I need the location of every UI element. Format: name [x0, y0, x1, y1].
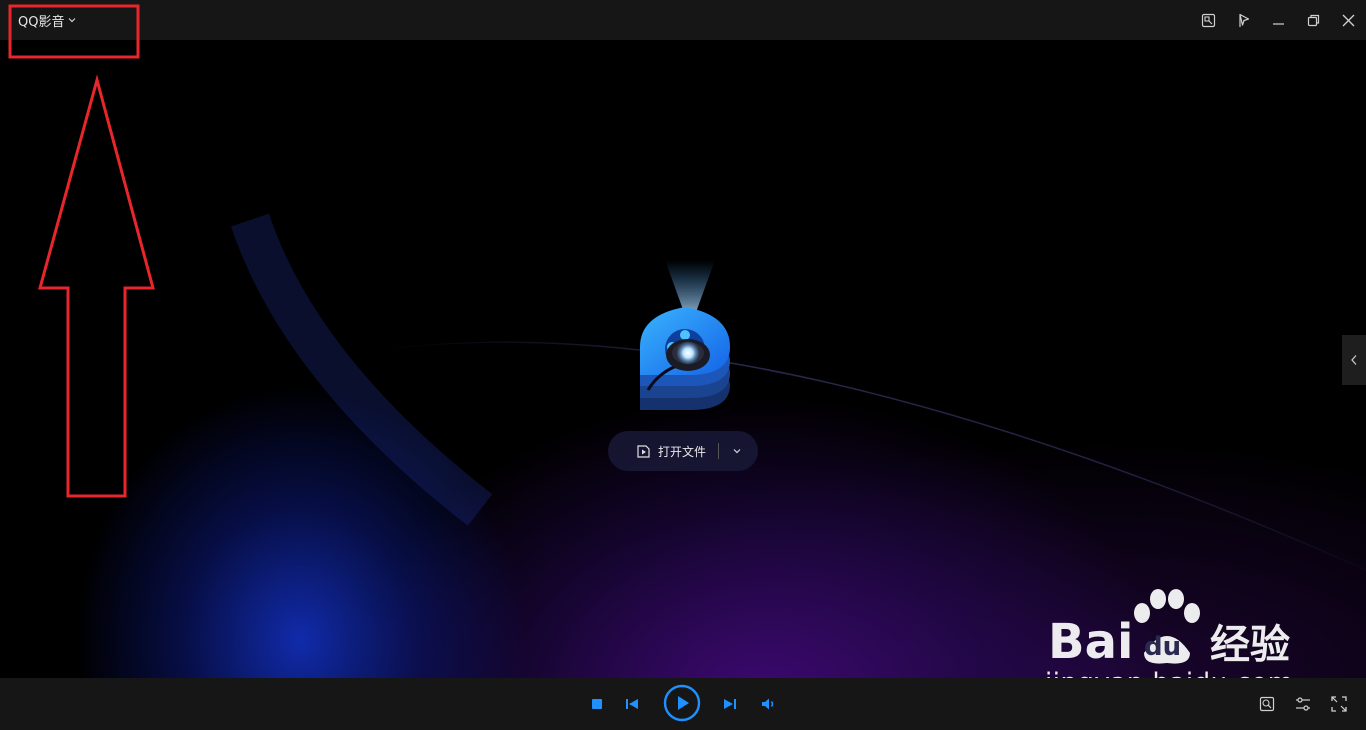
- play-button[interactable]: [663, 684, 701, 722]
- next-icon: [724, 699, 736, 709]
- minimize-icon: [1273, 22, 1284, 25]
- pin-icon: [1239, 13, 1250, 27]
- window-controls: [1191, 0, 1366, 40]
- play-icon: [663, 684, 701, 722]
- open-file-label: 打开文件: [658, 444, 707, 459]
- fullscreen-button[interactable]: [1328, 693, 1350, 715]
- chevron-left-icon: [1351, 355, 1357, 365]
- qq-player-logo: [640, 260, 730, 410]
- close-button[interactable]: [1331, 0, 1366, 40]
- ai-screenshot-button[interactable]: [1256, 693, 1278, 715]
- open-file-button[interactable]: 打开文件: [608, 431, 706, 471]
- close-icon: [1342, 14, 1355, 26]
- playlist-toggle[interactable]: [1342, 335, 1366, 385]
- stop-button[interactable]: [587, 694, 607, 714]
- next-button[interactable]: [720, 694, 740, 714]
- previous-icon: [626, 699, 638, 709]
- previous-button[interactable]: [622, 694, 642, 714]
- open-file-control: 打开文件: [608, 431, 758, 471]
- screenshot-button[interactable]: [1191, 0, 1226, 40]
- restore-icon: [1307, 14, 1320, 26]
- volume-button[interactable]: [758, 693, 780, 715]
- chevron-down-icon: [69, 18, 76, 23]
- title-bar: QQ影音: [0, 0, 1366, 40]
- control-bar: [0, 678, 1366, 730]
- chevron-down-icon: [733, 449, 741, 454]
- volume-icon: [762, 698, 774, 710]
- screenshot-ai-icon: [1259, 696, 1275, 712]
- settings-icon: [1296, 697, 1310, 711]
- play-file-icon: [637, 444, 650, 458]
- fullscreen-icon: [1331, 696, 1347, 712]
- video-stage[interactable]: 打开文件: [0, 40, 1366, 678]
- minimize-button[interactable]: [1261, 0, 1296, 40]
- app-menu-button[interactable]: QQ影音: [18, 11, 77, 30]
- stop-icon: [592, 699, 602, 709]
- settings-button[interactable]: [1292, 693, 1314, 715]
- pin-button[interactable]: [1226, 0, 1261, 40]
- open-file-dropdown[interactable]: [719, 431, 755, 471]
- restore-button[interactable]: [1296, 0, 1331, 40]
- app-name: QQ影音: [18, 14, 65, 30]
- screenshot-icon: [1201, 13, 1216, 27]
